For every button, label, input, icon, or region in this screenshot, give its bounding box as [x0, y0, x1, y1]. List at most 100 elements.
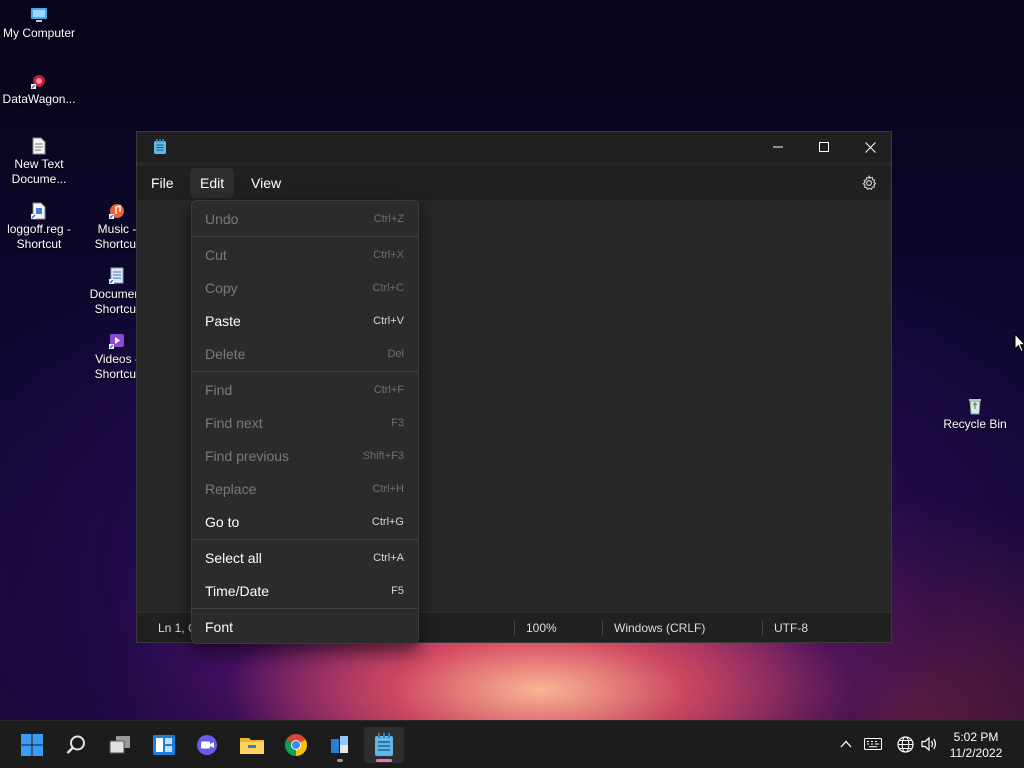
edit-menu-paste[interactable]: Paste Ctrl+V — [192, 306, 418, 336]
show-hidden-icons-button[interactable] — [837, 735, 855, 753]
menu-item-shortcut: Ctrl+Z — [373, 213, 404, 225]
menu-item-shortcut: Ctrl+G — [371, 516, 404, 528]
text-file-icon — [32, 137, 46, 155]
minimize-button[interactable] — [755, 132, 801, 162]
desktop-icon-new-text-document[interactable]: New Text Docume... — [0, 137, 78, 187]
task-view-icon — [109, 736, 130, 754]
widgets-button[interactable] — [144, 727, 184, 763]
notepad-icon — [154, 139, 166, 154]
menu-item-label: Go to — [205, 514, 240, 530]
edit-menu-dropdown: Undo Ctrl+Z Cut Ctrl+X Copy Ctrl+C Paste… — [191, 200, 419, 644]
edit-menu-copy[interactable]: Copy Ctrl+C — [192, 273, 418, 303]
registry-shortcut-icon — [31, 202, 46, 220]
task-view-button[interactable] — [100, 727, 140, 763]
windows-logo-icon — [21, 734, 43, 756]
desktop-icon-my-computer[interactable]: My Computer — [0, 6, 78, 41]
edit-menu-delete[interactable]: Delete Del — [192, 339, 418, 369]
app-button[interactable] — [320, 727, 360, 763]
minimize-icon — [773, 146, 783, 148]
documents-folder-icon — [109, 267, 124, 284]
close-button[interactable] — [847, 132, 893, 162]
desktop-icon-loggoff-reg[interactable]: loggoff.reg - Shortcut — [0, 202, 78, 252]
network-button[interactable] — [896, 735, 914, 753]
settings-gear-icon[interactable] — [861, 175, 877, 191]
notepad-taskbar-button[interactable] — [364, 727, 404, 763]
menu-item-shortcut: Ctrl+H — [372, 483, 404, 495]
edit-menu-select-all[interactable]: Select all Ctrl+A — [192, 543, 418, 573]
music-folder-icon — [109, 204, 124, 219]
maximize-button[interactable] — [801, 132, 847, 162]
status-separator — [762, 621, 763, 635]
edit-menu-find[interactable]: Find Ctrl+F — [192, 375, 418, 405]
chat-camera-icon — [197, 735, 217, 755]
desktop-icon-label: Music - Shortcut — [94, 222, 140, 251]
status-separator — [602, 621, 603, 635]
teams-chat-button[interactable] — [188, 727, 228, 763]
menu-item-shortcut: Ctrl+V — [373, 315, 404, 327]
title-bar[interactable] — [137, 132, 891, 162]
desktop-icon-label: DataWagon... — [2, 92, 76, 106]
desktop-icon-datawagon[interactable]: DataWagon... — [0, 72, 78, 107]
clock-time: 5:02 PM — [953, 730, 999, 744]
menu-separator — [192, 371, 418, 372]
menu-item-shortcut: Ctrl+C — [372, 282, 404, 294]
menu-separator — [192, 539, 418, 540]
menu-item-shortcut: F5 — [391, 585, 404, 597]
edit-menu-font[interactable]: Font — [192, 612, 418, 642]
edit-menu-replace[interactable]: Replace Ctrl+H — [192, 474, 418, 504]
edit-menu-find-previous[interactable]: Find previous Shift+F3 — [192, 441, 418, 471]
menu-separator — [192, 236, 418, 237]
edit-menu-cut[interactable]: Cut Ctrl+X — [192, 240, 418, 270]
edit-menu-time-date[interactable]: Time/Date F5 — [192, 576, 418, 606]
folder-icon — [240, 738, 264, 754]
menu-item-label: Undo — [205, 211, 239, 227]
menu-item-label: Cut — [205, 247, 227, 263]
menu-item-label: Time/Date — [205, 583, 270, 599]
clock-date: 11/2/2022 — [949, 746, 1003, 760]
edit-menu-find-next[interactable]: Find next F3 — [192, 408, 418, 438]
globe-icon — [896, 735, 914, 753]
search-icon — [66, 735, 85, 754]
start-button[interactable] — [12, 727, 52, 763]
menu-edit[interactable]: Edit — [190, 168, 235, 198]
system-clock[interactable]: 5:02 PM 11/2/2022 — [946, 729, 1006, 761]
menu-file[interactable]: File — [141, 168, 184, 198]
speaker-icon — [921, 736, 936, 752]
status-zoom: 100% — [526, 621, 557, 635]
taskbar: 5:02 PM 11/2/2022 — [0, 720, 1024, 768]
menu-item-label: Copy — [205, 280, 238, 296]
status-line-ending: Windows (CRLF) — [614, 621, 706, 635]
menu-item-label: Replace — [205, 481, 257, 497]
edit-menu-undo[interactable]: Undo Ctrl+Z — [192, 204, 418, 234]
keyboard-icon — [864, 738, 882, 750]
menu-bar: File Edit View — [137, 166, 891, 200]
menu-item-label: Font — [205, 619, 234, 635]
edit-menu-go-to[interactable]: Go to Ctrl+G — [192, 507, 418, 537]
keyboard-layout-button[interactable] — [864, 735, 882, 753]
menu-item-shortcut: F3 — [391, 417, 404, 429]
chrome-icon — [285, 734, 307, 756]
volume-button[interactable] — [920, 735, 938, 753]
menu-item-label: Find next — [205, 415, 263, 431]
menu-item-shortcut: Del — [387, 348, 404, 360]
file-explorer-button[interactable] — [232, 727, 272, 763]
search-button[interactable] — [56, 727, 96, 763]
menu-item-label: Delete — [205, 346, 246, 362]
widgets-icon — [153, 735, 175, 755]
status-encoding: UTF-8 — [774, 621, 808, 635]
chrome-button[interactable] — [276, 727, 316, 763]
menu-item-shortcut: Ctrl+X — [373, 249, 404, 261]
mouse-cursor-icon — [1014, 333, 1024, 353]
desktop-icon-label: loggoff.reg - Shortcut — [7, 222, 71, 251]
menu-item-label: Select all — [205, 550, 262, 566]
menu-item-shortcut: Ctrl+F — [373, 384, 404, 396]
desktop-icon-label: New Text Docume... — [11, 157, 67, 186]
desktop-icon-recycle-bin[interactable]: Recycle Bin — [936, 397, 1014, 432]
running-indicator — [337, 759, 343, 762]
active-indicator — [376, 759, 392, 762]
datawagon-icon — [31, 75, 45, 89]
close-icon — [864, 141, 876, 153]
computer-icon — [31, 8, 47, 22]
recycle-bin-icon — [969, 399, 981, 415]
menu-view[interactable]: View — [241, 168, 291, 198]
